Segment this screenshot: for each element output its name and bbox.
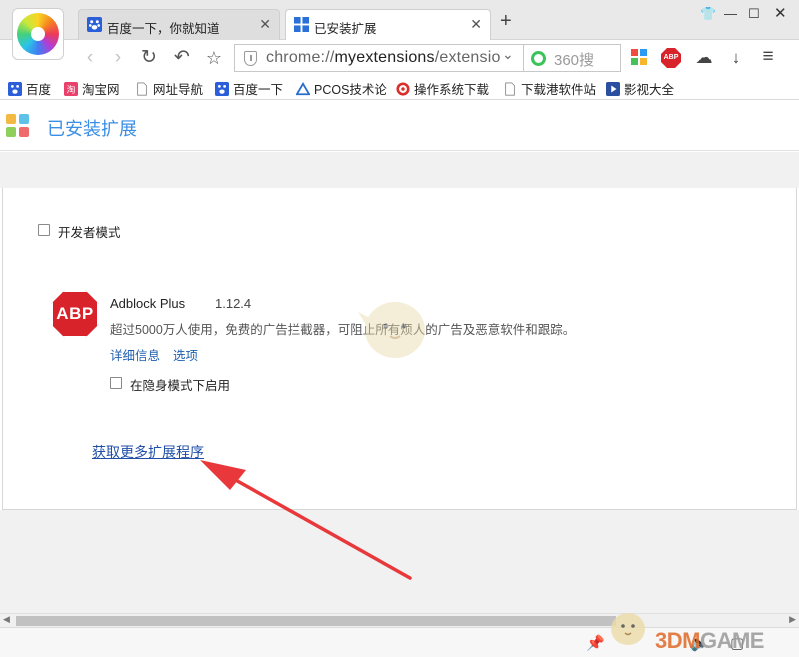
bookmark-item[interactable]: 下载港软件站 xyxy=(503,79,596,97)
chevron-down-icon[interactable]: ⌄ xyxy=(502,46,514,63)
close-window-button[interactable]: ✕ xyxy=(774,4,787,22)
tab-baidu[interactable]: 百度一下，你就知道 ✕ xyxy=(78,9,280,40)
incognito-checkbox[interactable] xyxy=(110,377,122,389)
download-icon[interactable]: ↓ xyxy=(725,47,747,69)
baidu-paw-icon xyxy=(8,82,22,96)
bookmark-item[interactable]: PCOS技术论 xyxy=(296,79,387,97)
incognito-label: 在隐身模式下启用 xyxy=(130,379,231,393)
extension-version: 1.12.4 xyxy=(215,296,252,311)
adblock-toolbar-icon[interactable]: ABP xyxy=(661,48,681,68)
bookmark-star-icon[interactable]: ☆ xyxy=(202,46,226,70)
taobao-icon: 淘 xyxy=(64,82,78,96)
bookmark-item[interactable]: 网址导航 xyxy=(135,79,203,97)
360-search-icon xyxy=(531,51,546,66)
bookmarks-bar: 百度 淘淘宝网 网址导航 百度一下 PCOS技术论 操作系统下载 下载港软件站 … xyxy=(0,76,799,100)
bookmark-item[interactable]: 淘淘宝网 xyxy=(64,79,120,97)
page-title: 已安装扩展 xyxy=(47,119,137,139)
scrollbar-thumb[interactable] xyxy=(16,616,616,626)
search-placeholder: 360搜 xyxy=(554,52,595,69)
swirl-icon xyxy=(396,82,410,96)
shield-icon xyxy=(244,51,257,66)
extensions-grid-icon xyxy=(6,114,30,138)
video-icon xyxy=(606,82,620,96)
back-button[interactable]: ‹ xyxy=(78,46,102,70)
cloud-icon[interactable]: ☁ xyxy=(693,47,715,69)
get-more-extensions-link[interactable]: 获取更多扩展程序 xyxy=(92,442,204,462)
horizontal-scrollbar[interactable]: ◀ ▶ xyxy=(0,613,799,627)
svg-text:淘: 淘 xyxy=(67,84,76,96)
search-box[interactable]: 360搜 xyxy=(524,44,621,72)
undo-close-tab-button[interactable]: ↶ xyxy=(170,46,194,70)
pcos-icon xyxy=(296,82,310,96)
scroll-left-icon[interactable]: ◀ xyxy=(3,614,10,625)
extension-name: Adblock Plus xyxy=(110,296,186,311)
new-tab-button[interactable]: + xyxy=(500,11,512,31)
site-watermark: 3DMGAME xyxy=(655,628,764,653)
watermark-mascot-icon xyxy=(611,613,645,645)
bookmark-item[interactable]: 百度 xyxy=(8,79,51,97)
details-link[interactable]: 详细信息 xyxy=(110,345,160,364)
bookmark-item[interactable]: 影视大全 xyxy=(606,79,674,97)
page-icon xyxy=(137,82,147,96)
baidu-paw-icon xyxy=(87,17,102,32)
minimize-button[interactable]: — xyxy=(724,6,737,21)
tab-strip: 百度一下，你就知道 ✕ 已安装扩展 ✕ + 👕 — ☐ ✕ xyxy=(0,0,799,41)
skin-icon[interactable]: 👕 xyxy=(700,6,716,22)
bookmark-item[interactable]: 操作系统下载 xyxy=(396,79,489,97)
reload-button[interactable]: ↻ xyxy=(137,46,161,70)
pin-icon[interactable]: 📌 xyxy=(586,634,605,652)
developer-mode-label: 开发者模式 xyxy=(58,226,121,240)
menu-icon[interactable]: ≡ xyxy=(757,46,779,68)
options-link[interactable]: 选项 xyxy=(173,345,198,364)
page-header: 已安装扩展 xyxy=(0,101,799,151)
maximize-button[interactable]: ☐ xyxy=(748,6,760,22)
developer-mode-checkbox[interactable] xyxy=(38,224,50,236)
extensions-icon xyxy=(294,17,309,32)
header-band xyxy=(0,152,799,188)
browser-logo[interactable] xyxy=(12,8,64,60)
url-text: chrome://myextensions/extensio xyxy=(266,49,501,66)
close-icon[interactable]: ✕ xyxy=(259,16,271,33)
page-bottom xyxy=(0,510,799,613)
mascot-watermark-icon xyxy=(358,302,425,358)
tab-title: 已安装扩展 xyxy=(314,22,377,36)
forward-button[interactable]: › xyxy=(106,46,130,70)
extension-description: 超过5000万人使用，免费的广告拦截器，可阻止所有烦人的广告及恶意软件和跟踪。 xyxy=(110,323,576,337)
baidu-paw-icon xyxy=(215,82,229,96)
tab-extensions[interactable]: 已安装扩展 ✕ xyxy=(285,9,491,41)
apps-icon[interactable] xyxy=(631,49,647,65)
bookmark-item[interactable]: 百度一下 xyxy=(215,79,283,97)
adblock-plus-icon: ABP xyxy=(51,290,99,338)
close-icon[interactable]: ✕ xyxy=(470,16,482,33)
address-bar[interactable]: chrome://myextensions/extensio xyxy=(234,44,524,72)
tab-title: 百度一下，你就知道 xyxy=(107,22,220,36)
page-icon xyxy=(505,82,515,96)
scroll-right-icon[interactable]: ▶ xyxy=(789,614,796,625)
